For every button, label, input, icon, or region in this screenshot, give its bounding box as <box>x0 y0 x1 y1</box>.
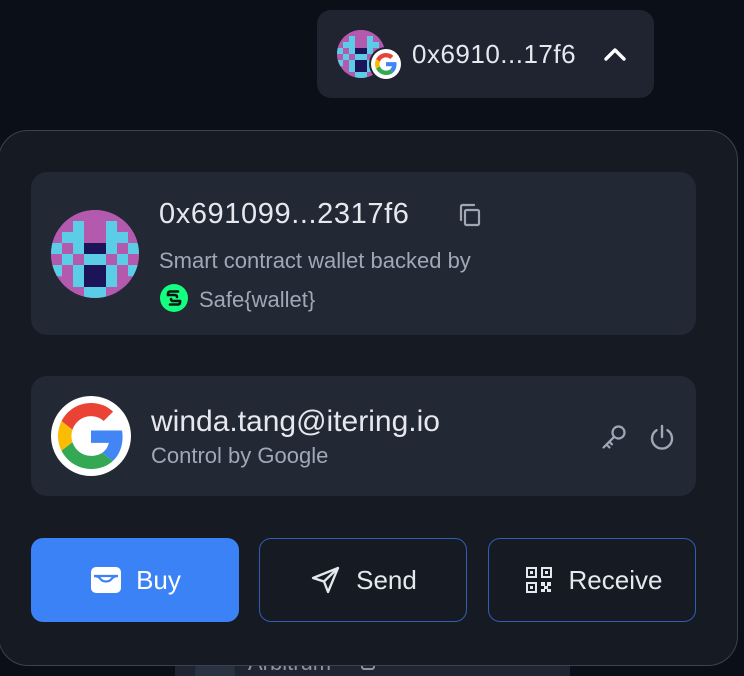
account-control-text: Control by Google <box>151 443 329 468</box>
wallet-account-button[interactable]: 0x6910...17f6 <box>317 10 654 98</box>
send-button[interactable]: Send <box>259 538 467 622</box>
send-label: Send <box>356 564 417 595</box>
account-email: winda.tang@itering.io <box>151 405 440 438</box>
buy-button[interactable]: Buy <box>31 538 239 622</box>
page: Arbitrum 0x6910...17f6 0x691099...231 <box>0 0 744 676</box>
wallet-icon <box>89 563 123 597</box>
wallet-provider: Safe{wallet} <box>159 283 316 318</box>
copy-address-button[interactable] <box>455 200 485 230</box>
power-icon <box>650 424 674 450</box>
short-wallet-address: 0x6910...17f6 <box>412 39 577 69</box>
copy-icon <box>459 203 481 227</box>
disconnect-button[interactable] <box>647 422 677 452</box>
export-key-button[interactable] <box>599 422 629 452</box>
smart-wallet-card: 0x691099...2317f6 Smart contract wallet … <box>31 172 696 335</box>
receive-label: Receive <box>568 564 663 595</box>
qr-code-icon <box>522 563 556 597</box>
send-arrow-icon <box>309 563 343 597</box>
google-logo-icon <box>51 396 131 476</box>
safe-logo-icon <box>159 283 189 318</box>
provider-label: Safe{wallet} <box>199 287 316 312</box>
receive-button[interactable]: Receive <box>488 538 696 622</box>
pixel-identicon-icon <box>51 210 139 298</box>
key-icon <box>602 425 626 449</box>
wallet-description: Smart contract wallet backed by <box>159 248 471 273</box>
chevron-up-icon[interactable] <box>600 42 630 66</box>
buy-label: Buy <box>136 564 181 595</box>
wallet-address: 0x691099...2317f6 <box>159 198 410 230</box>
google-account-card: winda.tang@itering.io Control by Google <box>31 376 696 496</box>
google-g-icon <box>371 49 401 79</box>
